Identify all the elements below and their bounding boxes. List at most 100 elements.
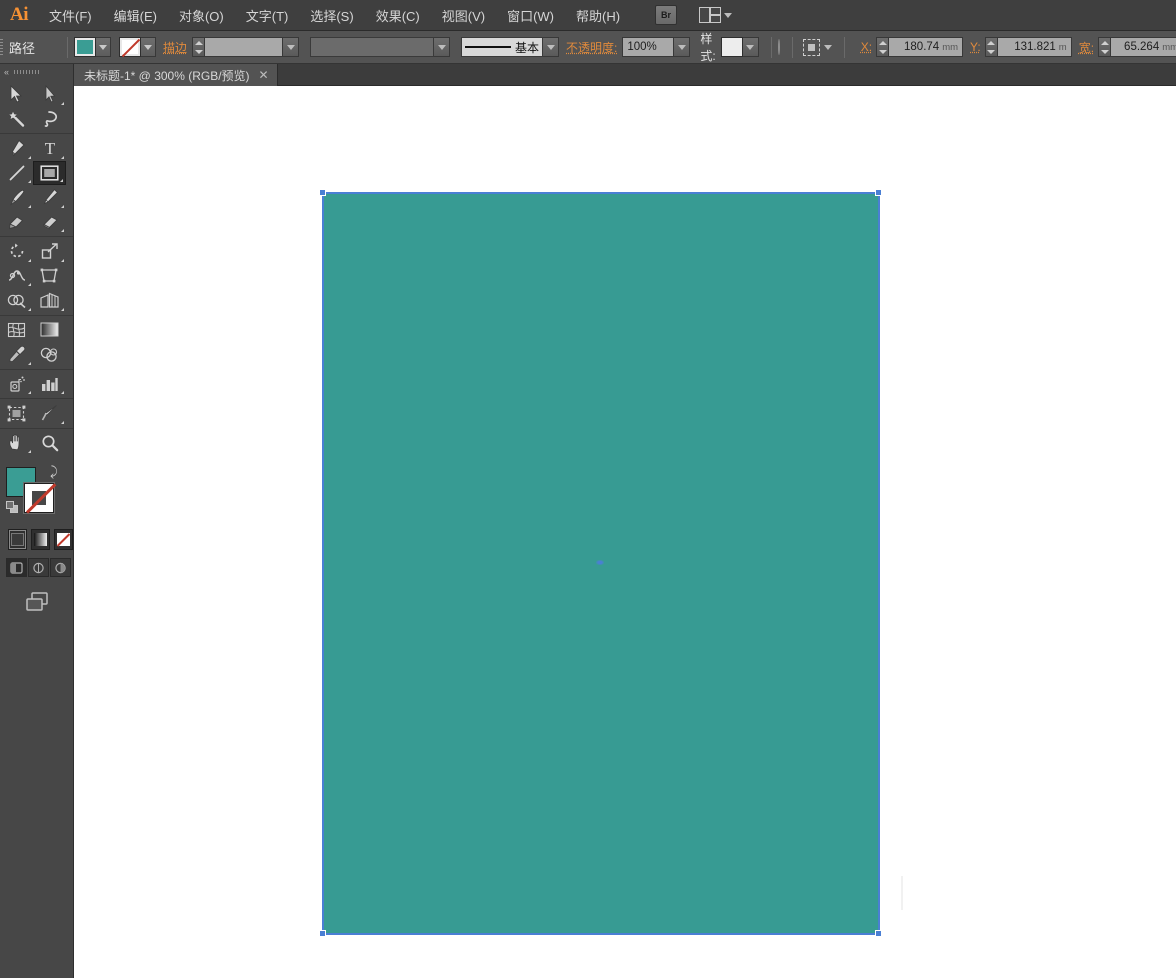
tool-flyout-icon[interactable] xyxy=(61,102,64,105)
tool-flyout-icon[interactable] xyxy=(60,179,63,182)
brush-definition-combo[interactable]: 基本 xyxy=(461,37,559,57)
collapse-panel-icon[interactable]: « xyxy=(4,67,8,77)
close-icon[interactable]: ✕ xyxy=(259,69,269,81)
document-tab[interactable]: 未标题-1* @ 300% (RGB/预览) ✕ xyxy=(74,64,278,86)
blend-tool[interactable] xyxy=(33,342,66,367)
normal-screen-mode-button[interactable] xyxy=(6,558,27,577)
eyedropper-tool[interactable] xyxy=(0,342,33,367)
menu-help[interactable]: 帮助(H) xyxy=(565,0,631,31)
opacity-label[interactable]: 不透明度: xyxy=(566,39,617,56)
tool-flyout-icon[interactable] xyxy=(61,259,64,262)
paintbrush-tool[interactable] xyxy=(0,185,33,210)
stepper-up-icon[interactable] xyxy=(1101,41,1109,45)
selection-handle-bottom-right[interactable] xyxy=(875,930,882,937)
stroke-weight-stepper[interactable] xyxy=(192,37,205,57)
stroke-weight-input[interactable] xyxy=(205,37,283,57)
column-graph-tool[interactable] xyxy=(33,372,66,397)
stepper-down-icon[interactable] xyxy=(195,50,203,54)
stepper-up-icon[interactable] xyxy=(879,41,887,45)
menu-file[interactable]: 文件(F) xyxy=(38,0,103,31)
scale-tool[interactable] xyxy=(33,239,66,264)
graphic-style-combo[interactable] xyxy=(721,37,759,57)
tools-panel-header[interactable]: « xyxy=(0,64,73,80)
menu-window[interactable]: 窗口(W) xyxy=(496,0,565,31)
selection-handle-top-right[interactable] xyxy=(875,189,882,196)
rectangle-tool[interactable] xyxy=(33,161,66,186)
stroke-color-control[interactable] xyxy=(119,37,156,57)
menu-view[interactable]: 视图(V) xyxy=(431,0,496,31)
tool-flyout-icon[interactable] xyxy=(28,156,31,159)
document-canvas[interactable] xyxy=(74,86,1176,978)
rotate-tool[interactable] xyxy=(0,239,33,264)
stepper-up-icon[interactable] xyxy=(195,41,203,45)
tool-flyout-icon[interactable] xyxy=(61,421,64,424)
stroke-profile-dropdown[interactable] xyxy=(434,37,450,57)
eraser-tool[interactable] xyxy=(33,210,66,235)
tool-flyout-icon[interactable] xyxy=(28,391,31,394)
y-stepper[interactable] xyxy=(985,37,998,57)
width-stepper[interactable] xyxy=(1098,37,1111,57)
workspace-switcher[interactable] xyxy=(699,5,732,25)
opacity-mask-icon[interactable] xyxy=(778,39,780,55)
graphic-style-swatch[interactable] xyxy=(721,37,743,57)
opacity-combo[interactable]: 100% xyxy=(622,37,690,57)
tool-flyout-icon[interactable] xyxy=(61,308,64,311)
hand-tool[interactable] xyxy=(0,431,33,456)
stroke-color-swatch[interactable] xyxy=(24,483,54,513)
menu-edit[interactable]: 编辑(E) xyxy=(103,0,168,31)
mesh-tool[interactable] xyxy=(0,318,33,343)
tool-flyout-icon[interactable] xyxy=(61,156,64,159)
perspective-grid-tool[interactable] xyxy=(33,288,66,313)
pencil-tool[interactable] xyxy=(33,185,66,210)
y-input[interactable]: 131.821m xyxy=(998,37,1072,57)
blob-brush-tool[interactable] xyxy=(0,210,33,235)
default-fill-stroke-icon[interactable] xyxy=(6,501,19,514)
selection-handle-bottom-left[interactable] xyxy=(319,930,326,937)
width-field[interactable]: 65.264mm xyxy=(1098,37,1176,57)
zoom-tool[interactable] xyxy=(33,431,66,456)
lasso-tool[interactable] xyxy=(33,107,66,132)
tool-flyout-icon[interactable] xyxy=(61,229,64,232)
selection-tool[interactable] xyxy=(0,82,33,107)
fill-color-control[interactable] xyxy=(74,37,111,57)
x-position-field[interactable]: 180.74mm xyxy=(876,37,963,57)
none-mode-button[interactable] xyxy=(54,529,73,550)
tools-panel-grip[interactable] xyxy=(14,70,40,74)
stroke-weight-combo[interactable] xyxy=(192,37,299,57)
go-to-bridge-button[interactable]: Br xyxy=(655,5,677,25)
menu-effect[interactable]: 效果(C) xyxy=(365,0,431,31)
stepper-down-icon[interactable] xyxy=(879,50,887,54)
free-transform-tool[interactable] xyxy=(33,264,66,289)
direct-selection-tool[interactable] xyxy=(33,82,66,107)
type-tool[interactable]: T xyxy=(33,136,66,161)
stepper-down-icon[interactable] xyxy=(987,50,995,54)
artboard-tool[interactable] xyxy=(0,401,33,426)
selection-handle-top-left[interactable] xyxy=(319,189,326,196)
x-stepper[interactable] xyxy=(876,37,889,57)
stroke-swatch[interactable] xyxy=(119,37,141,57)
tool-flyout-icon[interactable] xyxy=(28,259,31,262)
tool-flyout-icon[interactable] xyxy=(28,362,31,365)
pen-tool[interactable] xyxy=(0,136,33,161)
gradient-mode-button[interactable] xyxy=(31,529,50,550)
stroke-weight-label[interactable]: 描边 xyxy=(163,39,187,56)
magic-wand-tool[interactable] xyxy=(0,107,33,132)
gradient-tool[interactable] xyxy=(33,318,66,343)
graphic-style-dropdown[interactable] xyxy=(743,37,759,57)
tool-flyout-icon[interactable] xyxy=(28,205,31,208)
shape-builder-tool[interactable] xyxy=(0,288,33,313)
brush-definition-dropdown[interactable] xyxy=(543,37,559,57)
tool-flyout-icon[interactable] xyxy=(61,205,64,208)
menu-select[interactable]: 选择(S) xyxy=(299,0,364,31)
brush-definition-preview[interactable]: 基本 xyxy=(461,37,543,57)
width-tool[interactable] xyxy=(0,264,33,289)
stroke-profile-input[interactable] xyxy=(310,37,434,57)
align-control[interactable] xyxy=(803,39,832,56)
menu-type[interactable]: 文字(T) xyxy=(235,0,300,31)
slice-tool[interactable] xyxy=(33,401,66,426)
tool-flyout-icon[interactable] xyxy=(28,450,31,453)
tool-flyout-icon[interactable] xyxy=(28,283,31,286)
symbol-sprayer-tool[interactable] xyxy=(0,372,33,397)
swap-fill-stroke-icon[interactable]: ⤸ xyxy=(50,464,58,480)
stroke-profile-combo[interactable] xyxy=(310,37,450,57)
